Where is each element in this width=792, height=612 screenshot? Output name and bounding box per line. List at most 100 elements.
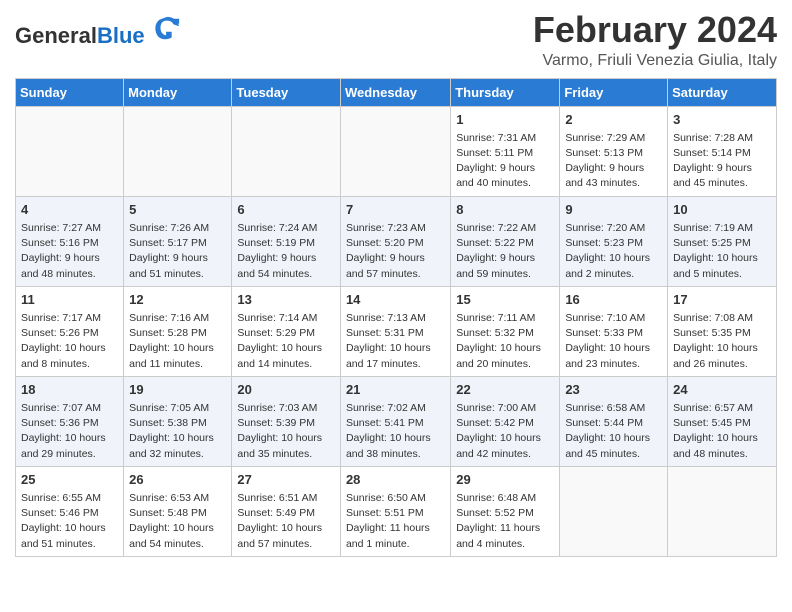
day-info: Sunrise: 7:02 AM Sunset: 5:41 PM Dayligh… xyxy=(346,401,445,462)
calendar-week-row: 18 Sunrise: 7:07 AM Sunset: 5:36 PM Dayli… xyxy=(16,376,777,466)
day-number: 18 xyxy=(21,381,118,399)
day-info: Sunrise: 7:24 AM Sunset: 5:19 PM Dayligh… xyxy=(237,221,335,282)
day-info: Sunrise: 7:29 AM Sunset: 5:13 PM Dayligh… xyxy=(565,131,662,192)
logo-blue-text: Blue xyxy=(97,23,145,48)
calendar-cell: 14 Sunrise: 7:13 AM Sunset: 5:31 PM Dayli… xyxy=(340,286,450,376)
title-area: February 2024 Varmo, Friuli Venezia Giul… xyxy=(533,10,777,70)
calendar-cell: 13Sunrise: 7:14 AM Sunset: 5:29 PM Dayli… xyxy=(232,286,341,376)
day-number: 14 xyxy=(346,291,445,309)
calendar-cell: 7 Sunrise: 7:23 AM Sunset: 5:20 PM Daylig… xyxy=(340,196,450,286)
day-number: 20 xyxy=(237,381,335,399)
day-number: 3 xyxy=(673,111,771,129)
location-subtitle: Varmo, Friuli Venezia Giulia, Italy xyxy=(533,52,777,70)
calendar-cell: 18 Sunrise: 7:07 AM Sunset: 5:36 PM Dayli… xyxy=(16,376,124,466)
day-info: Sunrise: 7:27 AM Sunset: 5:16 PM Dayligh… xyxy=(21,221,118,282)
day-info: Sunrise: 7:28 AM Sunset: 5:14 PM Dayligh… xyxy=(673,131,771,192)
calendar-cell: 3 Sunrise: 7:28 AM Sunset: 5:14 PM Daylig… xyxy=(668,106,777,196)
calendar-cell xyxy=(668,466,777,556)
day-info: Sunrise: 7:13 AM Sunset: 5:31 PM Dayligh… xyxy=(346,311,445,372)
day-info: Sunrise: 6:53 AM Sunset: 5:48 PM Dayligh… xyxy=(129,491,226,552)
day-info: Sunrise: 7:26 AM Sunset: 5:17 PM Dayligh… xyxy=(129,221,226,282)
calendar-cell: 26 Sunrise: 6:53 AM Sunset: 5:48 PM Dayli… xyxy=(124,466,232,556)
day-number: 15 xyxy=(456,291,554,309)
day-number: 17 xyxy=(673,291,771,309)
day-info: Sunrise: 7:03 AM Sunset: 5:39 PM Dayligh… xyxy=(237,401,335,462)
calendar-cell: 15 Sunrise: 7:11 AM Sunset: 5:32 PM Dayli… xyxy=(451,286,560,376)
day-number: 6 xyxy=(237,201,335,219)
calendar-cell: 1 Sunrise: 7:31 AM Sunset: 5:11 PM Daylig… xyxy=(451,106,560,196)
day-info: Sunrise: 6:58 AM Sunset: 5:44 PM Dayligh… xyxy=(565,401,662,462)
day-number: 26 xyxy=(129,471,226,489)
day-info: Sunrise: 6:50 AM Sunset: 5:51 PM Dayligh… xyxy=(346,491,445,552)
weekday-header-tuesday: Tuesday xyxy=(232,78,341,106)
month-title: February 2024 xyxy=(533,10,777,50)
day-number: 9 xyxy=(565,201,662,219)
day-number: 5 xyxy=(129,201,226,219)
weekday-header-wednesday: Wednesday xyxy=(340,78,450,106)
calendar-cell: 2 Sunrise: 7:29 AM Sunset: 5:13 PM Daylig… xyxy=(560,106,668,196)
day-number: 11 xyxy=(21,291,118,309)
weekday-header-friday: Friday xyxy=(560,78,668,106)
day-info: Sunrise: 7:19 AM Sunset: 5:25 PM Dayligh… xyxy=(673,221,771,282)
day-number: 10 xyxy=(673,201,771,219)
day-number: 7 xyxy=(346,201,445,219)
day-info: Sunrise: 7:07 AM Sunset: 5:36 PM Dayligh… xyxy=(21,401,118,462)
calendar-header: GeneralBlue February 2024 Varmo, Friuli … xyxy=(15,10,777,70)
day-number: 21 xyxy=(346,381,445,399)
calendar-cell: 22Sunrise: 7:00 AM Sunset: 5:42 PM Dayli… xyxy=(451,376,560,466)
logo-icon xyxy=(153,15,181,43)
calendar-cell: 10 Sunrise: 7:19 AM Sunset: 5:25 PM Dayli… xyxy=(668,196,777,286)
day-info: Sunrise: 7:16 AM Sunset: 5:28 PM Dayligh… xyxy=(129,311,226,372)
calendar-cell xyxy=(124,106,232,196)
calendar-cell: 28 Sunrise: 6:50 AM Sunset: 5:51 PM Dayli… xyxy=(340,466,450,556)
calendar-cell: 9 Sunrise: 7:20 AM Sunset: 5:23 PM Daylig… xyxy=(560,196,668,286)
day-info: Sunrise: 7:17 AM Sunset: 5:26 PM Dayligh… xyxy=(21,311,118,372)
calendar-cell: 4 Sunrise: 7:27 AM Sunset: 5:16 PM Daylig… xyxy=(16,196,124,286)
day-number: 4 xyxy=(21,201,118,219)
calendar-week-row: 4 Sunrise: 7:27 AM Sunset: 5:16 PM Daylig… xyxy=(16,196,777,286)
day-number: 25 xyxy=(21,471,118,489)
calendar-cell xyxy=(16,106,124,196)
day-number: 2 xyxy=(565,111,662,129)
calendar-cell: 5 Sunrise: 7:26 AM Sunset: 5:17 PM Daylig… xyxy=(124,196,232,286)
calendar-cell: 23 Sunrise: 6:58 AM Sunset: 5:44 PM Dayli… xyxy=(560,376,668,466)
day-info: Sunrise: 7:05 AM Sunset: 5:38 PM Dayligh… xyxy=(129,401,226,462)
calendar-cell: 8 Sunrise: 7:22 AM Sunset: 5:22 PM Daylig… xyxy=(451,196,560,286)
logo: GeneralBlue xyxy=(15,15,181,48)
day-info: Sunrise: 6:48 AM Sunset: 5:52 PM Dayligh… xyxy=(456,491,554,552)
day-number: 1 xyxy=(456,111,554,129)
calendar-week-row: 11 Sunrise: 7:17 AM Sunset: 5:26 PM Dayli… xyxy=(16,286,777,376)
day-info: Sunrise: 7:31 AM Sunset: 5:11 PM Dayligh… xyxy=(456,131,554,192)
weekday-header-saturday: Saturday xyxy=(668,78,777,106)
day-info: Sunrise: 7:11 AM Sunset: 5:32 PM Dayligh… xyxy=(456,311,554,372)
calendar-cell: 24Sunrise: 6:57 AM Sunset: 5:45 PM Dayli… xyxy=(668,376,777,466)
calendar-cell: 25 Sunrise: 6:55 AM Sunset: 5:46 PM Dayli… xyxy=(16,466,124,556)
calendar-cell: 12Sunrise: 7:16 AM Sunset: 5:28 PM Dayli… xyxy=(124,286,232,376)
calendar-cell: 27Sunrise: 6:51 AM Sunset: 5:49 PM Dayli… xyxy=(232,466,341,556)
calendar-cell: 11 Sunrise: 7:17 AM Sunset: 5:26 PM Dayli… xyxy=(16,286,124,376)
day-info: Sunrise: 7:10 AM Sunset: 5:33 PM Dayligh… xyxy=(565,311,662,372)
day-number: 16 xyxy=(565,291,662,309)
calendar-week-row: 1 Sunrise: 7:31 AM Sunset: 5:11 PM Daylig… xyxy=(16,106,777,196)
calendar-cell xyxy=(232,106,341,196)
day-number: 23 xyxy=(565,381,662,399)
day-number: 8 xyxy=(456,201,554,219)
day-info: Sunrise: 6:55 AM Sunset: 5:46 PM Dayligh… xyxy=(21,491,118,552)
weekday-header-row: SundayMondayTuesdayWednesdayThursdayFrid… xyxy=(16,78,777,106)
calendar-cell xyxy=(560,466,668,556)
calendar-cell xyxy=(340,106,450,196)
day-info: Sunrise: 7:20 AM Sunset: 5:23 PM Dayligh… xyxy=(565,221,662,282)
calendar-week-row: 25 Sunrise: 6:55 AM Sunset: 5:46 PM Dayli… xyxy=(16,466,777,556)
day-number: 13 xyxy=(237,291,335,309)
calendar-cell: 20 Sunrise: 7:03 AM Sunset: 5:39 PM Dayli… xyxy=(232,376,341,466)
calendar-cell: 19 Sunrise: 7:05 AM Sunset: 5:38 PM Dayli… xyxy=(124,376,232,466)
day-info: Sunrise: 7:08 AM Sunset: 5:35 PM Dayligh… xyxy=(673,311,771,372)
day-info: Sunrise: 7:23 AM Sunset: 5:20 PM Dayligh… xyxy=(346,221,445,282)
day-number: 27 xyxy=(237,471,335,489)
day-info: Sunrise: 7:22 AM Sunset: 5:22 PM Dayligh… xyxy=(456,221,554,282)
day-number: 19 xyxy=(129,381,226,399)
calendar-cell: 17 Sunrise: 7:08 AM Sunset: 5:35 PM Dayli… xyxy=(668,286,777,376)
calendar-cell: 16 Sunrise: 7:10 AM Sunset: 5:33 PM Dayli… xyxy=(560,286,668,376)
day-number: 28 xyxy=(346,471,445,489)
day-number: 29 xyxy=(456,471,554,489)
